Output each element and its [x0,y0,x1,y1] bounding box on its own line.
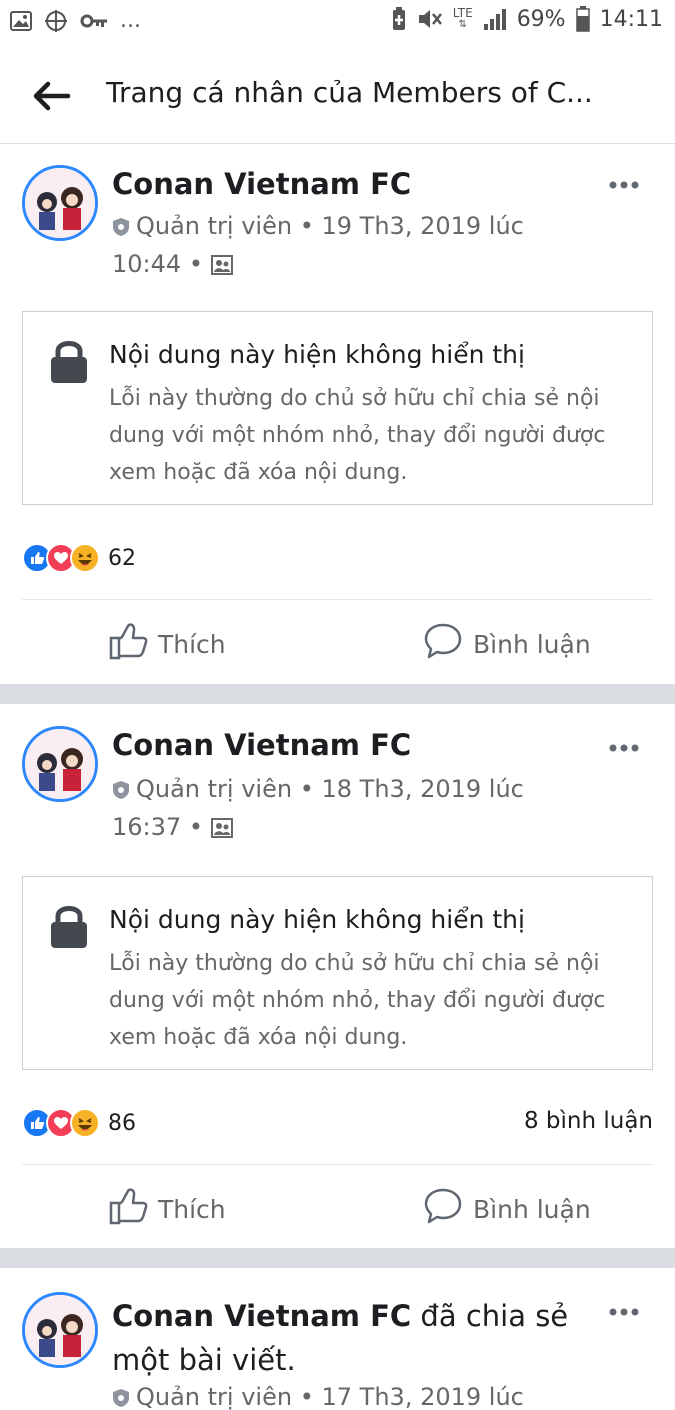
shared-text-line2: một bài viết. [112,1343,296,1377]
avatar[interactable] [22,1292,98,1368]
post-meta: Quản trị viên • 18 Th3, 2019 lúc 16:37 • [112,772,572,848]
status-more: ... [120,8,141,33]
like-label: Thích [158,629,226,659]
dot-separator: • [188,813,203,841]
unavailable-content-box: Nội dung này hiện không hiển thị Lỗi này… [22,876,653,1070]
comment-bubble-icon [423,622,463,666]
dot-separator: • [188,250,203,278]
post-separator [0,684,675,704]
page-title: Trang cá nhân của Members of C... [106,76,593,109]
like-button[interactable]: Thích [108,1187,226,1231]
unavailable-description: Lỗi này thường do chủ sở hữu chỉ chia sẻ… [109,386,606,485]
comment-bubble-icon [423,1187,463,1231]
more-options-icon[interactable] [609,175,639,189]
image-icon [10,10,32,31]
lock-icon [49,338,89,388]
group-audience-icon [210,813,233,848]
comment-label: Bình luận [473,1194,591,1224]
unavailable-description: Lỗi này thường do chủ sở hữu chỉ chia sẻ… [109,951,606,1050]
comment-button[interactable]: Bình luận [423,622,591,666]
more-options-icon[interactable] [609,1302,639,1316]
post-time[interactable]: 16:37 [112,813,181,841]
group-audience-icon [210,250,233,285]
comment-count[interactable]: 8 bình luận [524,1108,653,1134]
network-type: LTE ⇅ [452,6,473,30]
post-author[interactable]: Conan Vietnam FC [112,1299,411,1333]
admin-badge-icon [112,775,130,810]
haha-reaction-icon [70,543,100,573]
thumbs-up-icon [108,622,148,666]
post-card: Conan Vietnam FC Quản trị viên • 19 Th3,… [0,145,675,682]
key-icon [80,13,108,29]
divider [22,1164,653,1165]
like-label: Thích [158,1194,226,1224]
admin-badge-icon [112,1383,130,1410]
divider [22,599,653,600]
post-date[interactable]: • 19 Th3, 2019 lúc [300,212,524,240]
post-headline: Conan Vietnam FC đã chia sẻ một bài viết… [112,1294,568,1382]
battery-saver-icon [391,7,407,31]
unavailable-title: Nội dung này hiện không hiển thị [109,905,525,934]
haha-reaction-icon [70,1108,100,1138]
post-role: Quản trị viên [136,1383,293,1410]
status-bar: ... LTE ⇅ 69% 14:11 [0,0,675,48]
reactions-summary[interactable]: 86 [22,1106,136,1140]
app-bar: Trang cá nhân của Members of C... [0,48,675,144]
post-role: Quản trị viên [136,775,293,803]
post-role: Quản trị viên [136,212,293,240]
post-date[interactable]: • 17 Th3, 2019 lúc [300,1383,524,1410]
mute-icon [417,7,443,31]
post-author[interactable]: Conan Vietnam FC [112,728,411,762]
post-meta: Quản trị viên • 17 Th3, 2019 lúc [112,1380,572,1410]
reactions-summary[interactable]: 62 [22,541,136,575]
reaction-count: 62 [108,545,136,571]
crosshair-icon [44,9,68,33]
post-card: Conan Vietnam FC Quản trị viên • 18 Th3,… [0,704,675,1245]
signal-icon [483,7,507,31]
avatar[interactable] [22,726,98,802]
reaction-count: 86 [108,1110,136,1136]
post-card: Conan Vietnam FC đã chia sẻ một bài viết… [0,1268,675,1410]
avatar[interactable] [22,165,98,241]
clock: 14:11 [599,6,663,32]
post-author[interactable]: Conan Vietnam FC [112,167,411,201]
thumbs-up-icon [108,1187,148,1231]
more-options-icon[interactable] [609,738,639,752]
battery-icon [575,6,590,32]
admin-badge-icon [112,212,130,247]
post-separator [0,1248,675,1268]
battery-percent: 69% [516,6,566,32]
unavailable-content-box: Nội dung này hiện không hiển thị Lỗi này… [22,311,653,505]
unavailable-title: Nội dung này hiện không hiển thị [109,340,525,369]
post-date[interactable]: • 18 Th3, 2019 lúc [300,775,524,803]
post-time[interactable]: 10:44 [112,250,181,278]
lock-icon [49,903,89,953]
like-button[interactable]: Thích [108,622,226,666]
post-meta: Quản trị viên • 19 Th3, 2019 lúc 10:44 • [112,209,572,285]
comment-button[interactable]: Bình luận [423,1187,591,1231]
back-arrow-icon[interactable] [32,78,72,114]
shared-text: đã chia sẻ [411,1299,569,1333]
comment-label: Bình luận [473,629,591,659]
